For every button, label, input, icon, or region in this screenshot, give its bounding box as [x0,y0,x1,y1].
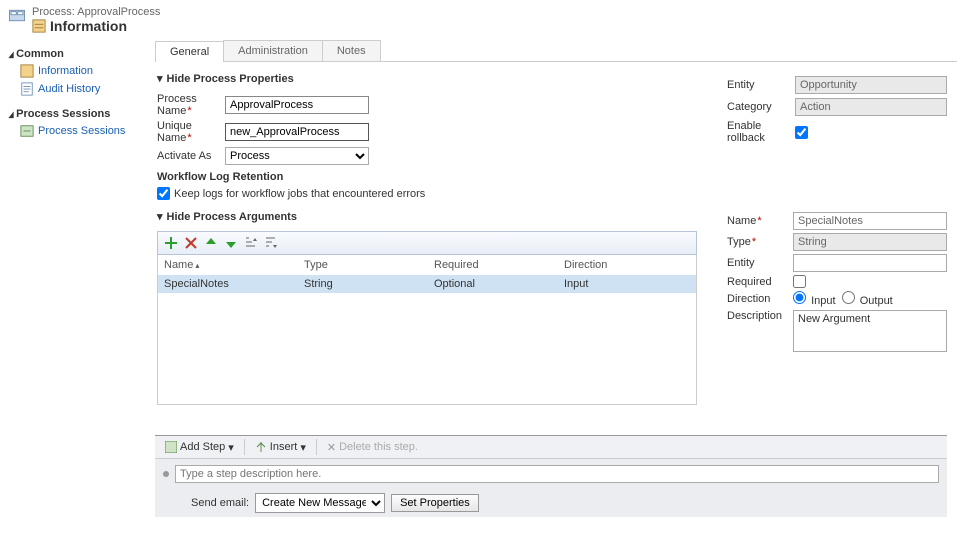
arg-entity-label: Entity [727,257,793,269]
category-label: Category [727,101,795,113]
add-argument-icon[interactable] [164,236,178,250]
page-title: Information [32,18,160,34]
enable-rollback-label: Enable rollback [727,120,795,144]
col-type[interactable]: Type [304,259,434,271]
arg-name-label: Name* [727,215,793,227]
expand-collapse-icon: ◢ [9,50,14,59]
left-navigation: ◢Common Information Audit History ◢Proce… [0,40,145,541]
section-process-properties[interactable]: ▾ Hide Process Properties [157,72,697,85]
activate-as-label: Activate As [157,150,225,162]
entity-input [795,76,947,94]
arg-description-label: Description [727,310,793,322]
keep-logs-label: Keep logs for workflow jobs that encount… [174,188,425,200]
main-panel: General Administration Notes ▾ Hide Proc… [145,40,957,541]
add-step-icon [165,441,177,453]
sessions-icon [20,124,34,138]
step-description-input[interactable] [175,465,939,483]
send-email-select[interactable]: Create New Message [255,493,385,513]
col-direction[interactable]: Direction [564,259,690,271]
nav-group-process-sessions[interactable]: ◢Process Sessions [4,106,145,122]
move-up-icon[interactable] [204,236,218,250]
nav-item-process-sessions[interactable]: Process Sessions [4,122,145,140]
category-input [795,98,947,116]
info-icon [20,64,34,78]
process-name-input[interactable] [225,96,369,114]
unique-name-label: Unique Name* [157,120,225,144]
nav-item-audit-history[interactable]: Audit History [4,80,145,98]
arguments-grid-header: Name Type Required Direction [157,255,697,275]
process-app-icon [8,8,26,26]
workflow-log-heading: Workflow Log Retention [157,171,697,183]
audit-icon [20,82,34,96]
send-email-step: Send email: Create New Message Set Prope… [155,489,947,517]
arg-required-checkbox[interactable] [793,275,806,288]
direction-input-radio[interactable]: Input [793,291,836,307]
arg-direction-label: Direction [727,293,793,305]
delete-argument-icon[interactable] [184,236,198,250]
separator [316,439,317,455]
process-steps-panel: Add Step ▾ Insert ▾ ✕ Delete this step. … [155,435,947,517]
sort-asc-icon[interactable] [244,236,258,250]
col-required[interactable]: Required [434,259,564,271]
info-process-icon [32,19,46,33]
entity-label: Entity [727,79,795,91]
arg-required-label: Required [727,276,793,288]
tab-strip: General Administration Notes [155,40,957,62]
unique-name-input[interactable] [225,123,369,141]
delete-step-button[interactable]: ✕ Delete this step. [323,440,422,455]
tab-administration[interactable]: Administration [223,40,323,61]
nav-group-common[interactable]: ◢Common [4,46,145,62]
arg-type-input [793,233,947,251]
steps-toolbar: Add Step ▾ Insert ▾ ✕ Delete this step. [155,436,947,459]
step-description-row [155,459,947,489]
insert-step-button[interactable]: Insert ▾ [251,440,310,455]
process-name-label: Process Name* [157,93,225,117]
activate-as-select[interactable]: Process [225,147,369,165]
arguments-grid-body: SpecialNotes String Optional Input [157,275,697,405]
step-bullet-icon [163,471,169,477]
nav-item-information[interactable]: Information [4,62,145,80]
tab-general[interactable]: General [155,41,224,62]
keep-logs-checkbox[interactable] [157,187,170,200]
arg-name-input[interactable] [793,212,947,230]
arg-entity-input[interactable] [793,254,947,272]
process-breadcrumb: Process: ApprovalProcess [32,6,160,18]
insert-icon [255,441,267,453]
arg-type-label: Type* [727,236,793,248]
enable-rollback-checkbox[interactable] [795,126,808,139]
expand-collapse-icon: ◢ [9,110,14,119]
section-process-arguments[interactable]: ▾ Hide Process Arguments [157,210,697,223]
arguments-toolbar [157,231,697,255]
delete-icon: ✕ [327,441,336,454]
move-down-icon[interactable] [224,236,238,250]
page-header: Process: ApprovalProcess Information [0,0,957,40]
col-name[interactable]: Name [164,259,304,271]
arg-description-input[interactable]: New Argument [793,310,947,352]
sort-desc-icon[interactable] [264,236,278,250]
set-properties-button[interactable]: Set Properties [391,494,479,512]
separator [244,439,245,455]
direction-output-radio[interactable]: Output [842,291,893,307]
tab-notes[interactable]: Notes [322,40,381,61]
add-step-button[interactable]: Add Step ▾ [161,440,238,455]
argument-row[interactable]: SpecialNotes String Optional Input [158,275,696,293]
send-email-label: Send email: [191,497,249,509]
